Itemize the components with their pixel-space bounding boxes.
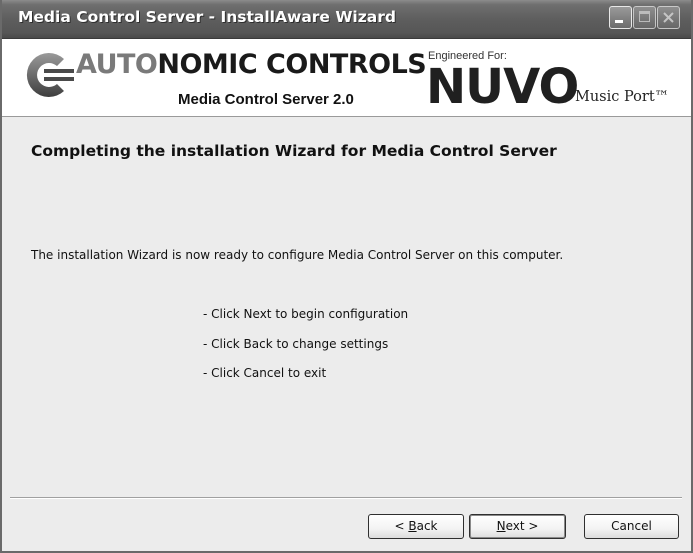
cancel-button-label: Cancel [611, 519, 652, 533]
intro-text: The installation Wizard is now ready to … [31, 248, 564, 262]
cancel-button[interactable]: Cancel [584, 514, 679, 539]
instruction-back: - Click Back to change settings [203, 337, 389, 351]
header-banner: AUTONOMIC CONTROLS Media Control Server … [2, 39, 691, 117]
maximize-button[interactable] [633, 6, 656, 29]
window-title: Media Control Server - InstallAware Wiza… [18, 8, 396, 26]
music-port-label: Music Port™ [575, 89, 670, 105]
minimize-icon [615, 20, 623, 23]
close-icon [663, 12, 674, 23]
next-button-label: Next > [496, 519, 539, 533]
brand-prefix: AUTO [76, 49, 158, 80]
instruction-next: - Click Next to begin configuration [203, 307, 409, 321]
next-button[interactable]: Next > [469, 514, 566, 539]
back-button[interactable]: < Back [368, 514, 464, 539]
close-button[interactable] [657, 6, 680, 29]
maximize-icon [639, 11, 650, 22]
title-bar[interactable]: Media Control Server - InstallAware Wiza… [2, 0, 691, 39]
brand-suffix: NOMIC CONTROLS [157, 49, 427, 80]
installer-window: Media Control Server - InstallAware Wiza… [0, 0, 693, 553]
autonomic-logo-icon [26, 53, 74, 97]
minimize-button[interactable] [609, 6, 632, 29]
footer-divider [10, 497, 682, 499]
back-button-label: < Back [394, 519, 438, 533]
product-name: Media Control Server 2.0 [178, 91, 354, 108]
brand-name: AUTONOMIC CONTROLS [76, 49, 427, 80]
page-heading: Completing the installation Wizard for M… [31, 142, 557, 160]
nuvo-logo: NUVO [426, 59, 579, 115]
instruction-cancel: - Click Cancel to exit [203, 366, 327, 380]
